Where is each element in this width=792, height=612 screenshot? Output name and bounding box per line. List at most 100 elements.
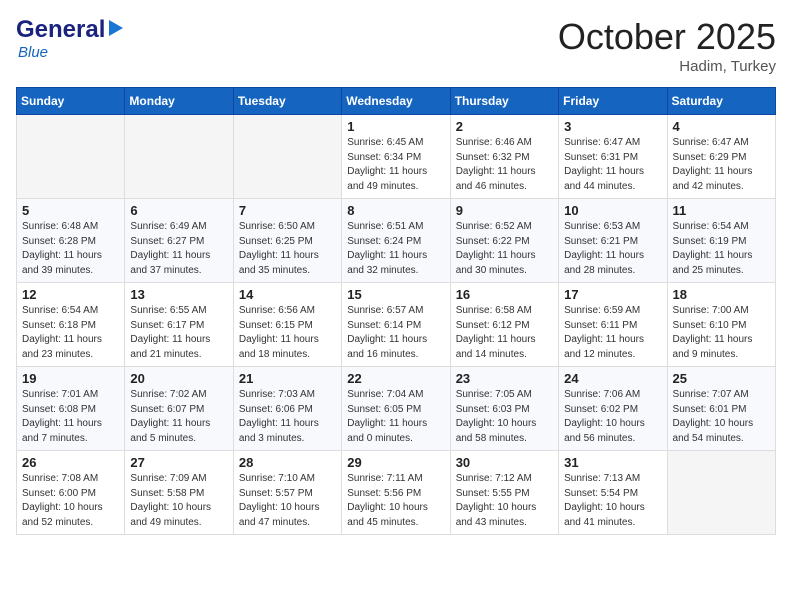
day-cell: 1Sunrise: 6:45 AM Sunset: 6:34 PM Daylig…: [342, 115, 450, 199]
day-cell: 28 Sunrise: 7:10 AM Sunset: 5:57 PM Dayli…: [233, 451, 341, 535]
day-number: 14: [239, 287, 336, 302]
header-monday: Monday: [125, 88, 233, 115]
logo-general-text: General: [16, 16, 105, 44]
day-info: Sunrise: 7:09 AM Sunset: 5:58 PM Dayligh…: [130, 472, 227, 530]
day-cell: 2 Sunrise: 6:46 AM Sunset: 6:32 PM Daylig…: [450, 115, 558, 199]
day-number: 4: [673, 119, 770, 134]
day-info: Sunrise: 6:46 AM Sunset: 6:32 PM Dayligh…: [456, 136, 553, 194]
day-info: Sunrise: 6:50 AM Sunset: 6:25 PM Dayligh…: [239, 220, 336, 278]
day-number: 7: [239, 203, 336, 218]
week-row-4: 19Sunrise: 7:01 AM Sunset: 6:08 PM Dayli…: [17, 367, 776, 451]
header-sunday: Sunday: [17, 88, 125, 115]
header-wednesday: Wednesday: [342, 88, 450, 115]
day-cell: 13 Sunrise: 6:55 AM Sunset: 6:17 PM Dayli…: [125, 283, 233, 367]
day-cell: 6 Sunrise: 6:49 AM Sunset: 6:27 PM Daylig…: [125, 199, 233, 283]
day-info: Sunrise: 7:07 AM Sunset: 6:01 PM Dayligh…: [673, 388, 770, 446]
day-info: Sunrise: 7:04 AM Sunset: 6:05 PM Dayligh…: [347, 388, 444, 446]
day-number: 19: [22, 371, 119, 386]
day-number: 6: [130, 203, 227, 218]
day-number: 5: [22, 203, 119, 218]
day-info: Sunrise: 6:56 AM Sunset: 6:15 PM Dayligh…: [239, 304, 336, 362]
day-number: 23: [456, 371, 553, 386]
calendar-header-row: SundayMondayTuesdayWednesdayThursdayFrid…: [17, 88, 776, 115]
day-number: 30: [456, 455, 553, 470]
day-cell: 3 Sunrise: 6:47 AM Sunset: 6:31 PM Daylig…: [559, 115, 667, 199]
location: Hadim, Turkey: [558, 58, 776, 75]
day-cell: 5 Sunrise: 6:48 AM Sunset: 6:28 PM Daylig…: [17, 199, 125, 283]
day-number: 2: [456, 119, 553, 134]
day-number: 24: [564, 371, 661, 386]
day-cell: [17, 115, 125, 199]
day-number: 10: [564, 203, 661, 218]
header-thursday: Thursday: [450, 88, 558, 115]
day-number: 29: [347, 455, 444, 470]
day-info: Sunrise: 7:12 AM Sunset: 5:55 PM Dayligh…: [456, 472, 553, 530]
day-info: Sunrise: 7:02 AM Sunset: 6:07 PM Dayligh…: [130, 388, 227, 446]
day-info: Sunrise: 7:06 AM Sunset: 6:02 PM Dayligh…: [564, 388, 661, 446]
day-cell: 27 Sunrise: 7:09 AM Sunset: 5:58 PM Dayli…: [125, 451, 233, 535]
day-number: 13: [130, 287, 227, 302]
day-cell: 22 Sunrise: 7:04 AM Sunset: 6:05 PM Dayli…: [342, 367, 450, 451]
day-number: 3: [564, 119, 661, 134]
day-cell: 14 Sunrise: 6:56 AM Sunset: 6:15 PM Dayli…: [233, 283, 341, 367]
day-info: Sunrise: 6:54 AM Sunset: 6:18 PM Dayligh…: [22, 304, 119, 362]
logo-arrow-icon: [109, 20, 123, 36]
day-number: 20: [130, 371, 227, 386]
day-number: 28: [239, 455, 336, 470]
day-info: Sunrise: 6:57 AM Sunset: 6:14 PM Dayligh…: [347, 304, 444, 362]
logo-blue-label: Blue: [18, 44, 48, 61]
day-number: 31: [564, 455, 661, 470]
day-number: 21: [239, 371, 336, 386]
title-block: October 2025 Hadim, Turkey: [558, 16, 776, 75]
day-cell: 23 Sunrise: 7:05 AM Sunset: 6:03 PM Dayli…: [450, 367, 558, 451]
day-number: 9: [456, 203, 553, 218]
header-tuesday: Tuesday: [233, 88, 341, 115]
day-cell: 10Sunrise: 6:53 AM Sunset: 6:21 PM Dayli…: [559, 199, 667, 283]
day-cell: 20 Sunrise: 7:02 AM Sunset: 6:07 PM Dayli…: [125, 367, 233, 451]
day-cell: 29 Sunrise: 7:11 AM Sunset: 5:56 PM Dayli…: [342, 451, 450, 535]
day-info: Sunrise: 7:10 AM Sunset: 5:57 PM Dayligh…: [239, 472, 336, 530]
day-cell: 30 Sunrise: 7:12 AM Sunset: 5:55 PM Dayli…: [450, 451, 558, 535]
day-number: 27: [130, 455, 227, 470]
day-number: 17: [564, 287, 661, 302]
day-number: 22: [347, 371, 444, 386]
day-number: 12: [22, 287, 119, 302]
day-cell: [125, 115, 233, 199]
day-number: 18: [673, 287, 770, 302]
day-cell: 17Sunrise: 6:59 AM Sunset: 6:11 PM Dayli…: [559, 283, 667, 367]
week-row-3: 12 Sunrise: 6:54 AM Sunset: 6:18 PM Dayli…: [17, 283, 776, 367]
day-info: Sunrise: 6:48 AM Sunset: 6:28 PM Dayligh…: [22, 220, 119, 278]
day-info: Sunrise: 6:58 AM Sunset: 6:12 PM Dayligh…: [456, 304, 553, 362]
day-cell: 25 Sunrise: 7:07 AM Sunset: 6:01 PM Dayli…: [667, 367, 775, 451]
day-info: Sunrise: 7:00 AM Sunset: 6:10 PM Dayligh…: [673, 304, 770, 362]
day-info: Sunrise: 6:51 AM Sunset: 6:24 PM Dayligh…: [347, 220, 444, 278]
day-cell: 26Sunrise: 7:08 AM Sunset: 6:00 PM Dayli…: [17, 451, 125, 535]
day-cell: 4Sunrise: 6:47 AM Sunset: 6:29 PM Daylig…: [667, 115, 775, 199]
day-cell: 31 Sunrise: 7:13 AM Sunset: 5:54 PM Dayli…: [559, 451, 667, 535]
day-cell: 18 Sunrise: 7:00 AM Sunset: 6:10 PM Dayli…: [667, 283, 775, 367]
logo: General Blue: [16, 16, 123, 61]
day-info: Sunrise: 6:55 AM Sunset: 6:17 PM Dayligh…: [130, 304, 227, 362]
day-number: 26: [22, 455, 119, 470]
day-info: Sunrise: 6:47 AM Sunset: 6:31 PM Dayligh…: [564, 136, 661, 194]
day-number: 8: [347, 203, 444, 218]
day-cell: 24 Sunrise: 7:06 AM Sunset: 6:02 PM Dayli…: [559, 367, 667, 451]
day-cell: 7 Sunrise: 6:50 AM Sunset: 6:25 PM Daylig…: [233, 199, 341, 283]
header-saturday: Saturday: [667, 88, 775, 115]
day-number: 25: [673, 371, 770, 386]
day-number: 15: [347, 287, 444, 302]
week-row-5: 26Sunrise: 7:08 AM Sunset: 6:00 PM Dayli…: [17, 451, 776, 535]
day-info: Sunrise: 6:54 AM Sunset: 6:19 PM Dayligh…: [673, 220, 770, 278]
day-cell: 12 Sunrise: 6:54 AM Sunset: 6:18 PM Dayli…: [17, 283, 125, 367]
day-info: Sunrise: 7:05 AM Sunset: 6:03 PM Dayligh…: [456, 388, 553, 446]
week-row-1: 1Sunrise: 6:45 AM Sunset: 6:34 PM Daylig…: [17, 115, 776, 199]
day-cell: 19Sunrise: 7:01 AM Sunset: 6:08 PM Dayli…: [17, 367, 125, 451]
day-info: Sunrise: 6:49 AM Sunset: 6:27 PM Dayligh…: [130, 220, 227, 278]
day-info: Sunrise: 7:13 AM Sunset: 5:54 PM Dayligh…: [564, 472, 661, 530]
day-info: Sunrise: 7:11 AM Sunset: 5:56 PM Dayligh…: [347, 472, 444, 530]
week-row-2: 5 Sunrise: 6:48 AM Sunset: 6:28 PM Daylig…: [17, 199, 776, 283]
day-cell: 16Sunrise: 6:58 AM Sunset: 6:12 PM Dayli…: [450, 283, 558, 367]
header-friday: Friday: [559, 88, 667, 115]
day-cell: 11Sunrise: 6:54 AM Sunset: 6:19 PM Dayli…: [667, 199, 775, 283]
day-number: 1: [347, 119, 444, 134]
